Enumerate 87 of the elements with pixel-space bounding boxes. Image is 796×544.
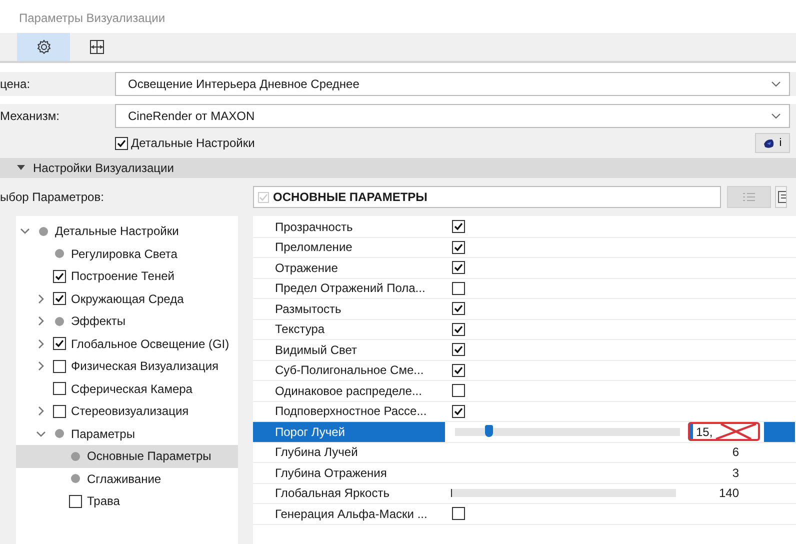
- checkbox[interactable]: [452, 282, 465, 295]
- checkbox[interactable]: [69, 494, 82, 508]
- chevron-down-icon[interactable]: [36, 428, 46, 439]
- parameter-name[interactable]: Порог Лучей: [253, 422, 445, 442]
- parameter-name[interactable]: Одинаковое распределе...: [253, 381, 445, 400]
- tree-item[interactable]: Трава: [16, 490, 238, 512]
- field-label: Механизм:: [0, 109, 60, 123]
- toolbar-tab[interactable]: [17, 33, 70, 61]
- dot-icon: [53, 247, 66, 260]
- slider[interactable]: [451, 489, 676, 498]
- dot-icon: [69, 450, 82, 463]
- field-label: цена:: [0, 77, 32, 91]
- tree-item[interactable]: Глобальное Освещение (GI): [16, 332, 238, 355]
- parameter-name[interactable]: Прозрачность: [253, 217, 445, 236]
- highlight-bar: [764, 422, 795, 442]
- value-text: 3: [731, 466, 739, 480]
- checkbox[interactable]: [452, 322, 465, 336]
- dropdown[interactable]: CineRender от MAXON: [115, 104, 790, 128]
- tree-item[interactable]: Окружающая Среда: [16, 288, 238, 310]
- tree-item[interactable]: Основные Параметры: [16, 445, 238, 468]
- checkbox[interactable]: [452, 220, 465, 234]
- checkbox[interactable]: [53, 382, 66, 396]
- tree-item[interactable]: Сглаживание: [16, 468, 238, 490]
- field-label: ыбор Параметров:: [0, 190, 105, 204]
- info-button[interactable]: i: [755, 133, 790, 153]
- checkbox-icon: [258, 192, 269, 202]
- value-text: 6: [731, 445, 739, 460]
- parameter-name[interactable]: Предел Отражений Пола...: [253, 278, 445, 298]
- dot-icon: [53, 427, 66, 440]
- checkbox[interactable]: [53, 270, 66, 283]
- list-icon: [742, 192, 756, 202]
- frame-icon: [88, 39, 104, 55]
- checkbox-label: Детальные Настройки: [131, 136, 255, 150]
- tree-item[interactable]: Регулировка Света: [16, 242, 238, 265]
- tree-item[interactable]: Параметры: [16, 422, 238, 445]
- chevron-down-icon: [771, 113, 781, 119]
- dot-icon: [37, 224, 50, 238]
- checkbox[interactable]: [53, 360, 66, 373]
- checkbox[interactable]: [53, 292, 66, 306]
- checkbox[interactable]: [53, 404, 66, 418]
- parameter-name[interactable]: Размытость: [253, 299, 445, 318]
- dot-icon: [53, 314, 66, 328]
- checkbox[interactable]: [452, 384, 465, 398]
- chevron-right-icon[interactable]: [36, 338, 46, 349]
- settings-icon: [36, 39, 52, 55]
- panel-header: ОСНОВНЫЕ ПАРАМЕТРЫ: [253, 186, 721, 208]
- window-title: Параметры Визуализации: [18, 10, 166, 27]
- dot-icon: [69, 472, 82, 486]
- checkbox[interactable]: [452, 364, 465, 377]
- parameter-name[interactable]: Текстура: [253, 320, 445, 339]
- tree-item[interactable]: Детальные Настройки: [16, 220, 238, 242]
- parameter-name[interactable]: Отражение: [253, 258, 445, 278]
- tree-item[interactable]: Построение Теней: [16, 265, 238, 288]
- parameter-name[interactable]: Видимый Свет: [253, 340, 445, 360]
- tree-item[interactable]: Физическая Визуализация: [16, 355, 238, 378]
- chevron-right-icon[interactable]: [36, 294, 46, 304]
- eye-icon: [763, 138, 776, 148]
- parameter-name[interactable]: Глубина Отражения: [253, 463, 445, 482]
- parameter-name[interactable]: Глобальная Яркость: [253, 484, 445, 503]
- tree-item[interactable]: Эффекты: [16, 310, 238, 332]
- checkbox[interactable]: [452, 240, 465, 254]
- dropdown[interactable]: Освещение Интерьера Дневное Среднее: [115, 72, 790, 96]
- section-header[interactable]: Настройки Визуализации: [0, 158, 796, 178]
- checkbox[interactable]: [452, 343, 465, 356]
- parameter-name[interactable]: Подповерхностное Рассе...: [253, 402, 445, 421]
- checkbox[interactable]: [452, 261, 465, 274]
- checkbox[interactable]: [452, 302, 465, 316]
- chevron-right-icon[interactable]: [36, 361, 46, 372]
- parameter-name[interactable]: Суб-Полигональное Сме...: [253, 360, 445, 380]
- list-icon: [778, 191, 786, 203]
- parameter-name[interactable]: Глубина Лучей: [253, 442, 445, 462]
- chevron-right-icon[interactable]: [36, 406, 46, 416]
- value-text: 140: [718, 486, 739, 500]
- checkbox[interactable]: [53, 337, 66, 350]
- slider-thumb[interactable]: [484, 424, 493, 437]
- tree-item[interactable]: Сферическая Камера: [16, 378, 238, 400]
- cross-mark-drawing: [713, 422, 759, 441]
- chevron-down-icon: [771, 81, 781, 87]
- checkbox[interactable]: [452, 404, 465, 418]
- tree-item[interactable]: Стереовизуализация: [16, 400, 238, 422]
- checkbox[interactable]: [452, 507, 465, 520]
- chevron-down-icon[interactable]: [20, 226, 30, 236]
- checkbox[interactable]: [115, 136, 128, 150]
- slider[interactable]: [455, 428, 680, 436]
- chevron-right-icon[interactable]: [36, 316, 46, 326]
- parameter-name[interactable]: Генерация Альфа-Маски ...: [253, 504, 445, 524]
- parameter-name[interactable]: Преломление: [253, 238, 445, 257]
